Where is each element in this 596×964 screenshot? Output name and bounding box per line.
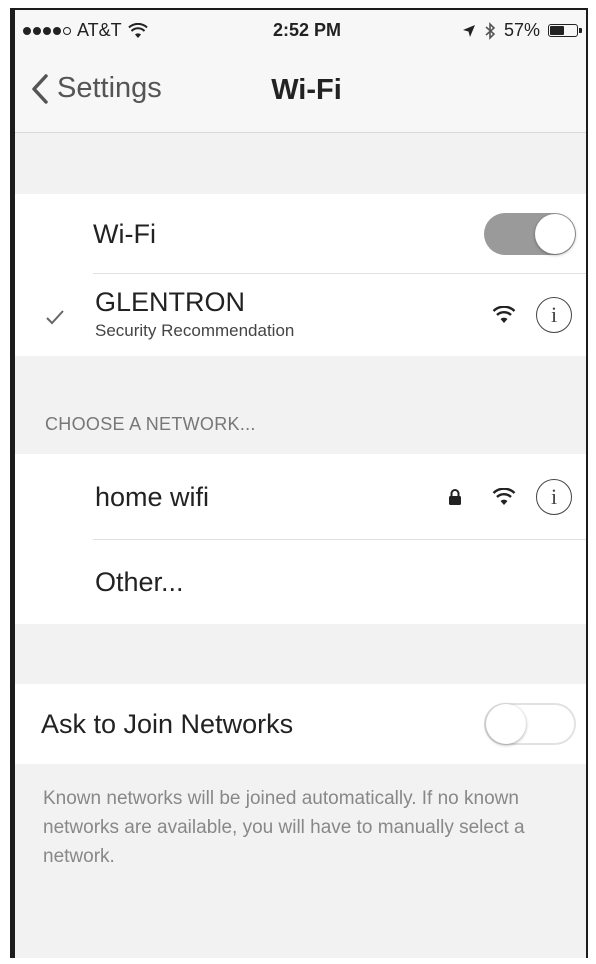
ask-to-join-description: Known networks will be joined automatica… xyxy=(43,788,525,867)
network-name: home wifi xyxy=(95,481,210,512)
info-icon: i xyxy=(550,484,558,509)
network-row-home-wifi[interactable]: home wifi i xyxy=(15,454,586,540)
connected-network-row[interactable]: GLENTRON Security Recommendation i xyxy=(15,274,586,356)
ask-to-join-group: Ask to Join Networks xyxy=(15,684,586,764)
page-title: Wi-Fi xyxy=(271,74,342,106)
signal-dot xyxy=(23,26,31,35)
signal-dot xyxy=(43,26,51,35)
status-right: 57% xyxy=(462,20,582,41)
ask-to-join-toggle[interactable] xyxy=(484,703,576,745)
wifi-status-icon xyxy=(127,22,148,38)
wifi-signal-icon xyxy=(492,488,516,505)
battery-fill xyxy=(550,26,564,35)
location-arrow-icon xyxy=(462,24,475,37)
network-list: home wifi i Other... xyxy=(15,454,586,624)
battery-icon xyxy=(548,24,582,37)
connected-network-subtitle: Security Recommendation xyxy=(95,321,295,340)
other-network-row[interactable]: Other... xyxy=(15,540,586,624)
wifi-signal-icon xyxy=(492,306,516,323)
lock-icon xyxy=(449,489,461,505)
phone-screen: AT&T 2:52 PM 57% Settings Wi-Fi Wi-Fi GL… xyxy=(10,8,588,958)
ask-to-join-row: Ask to Join Networks xyxy=(15,684,586,764)
status-time: 2:52 PM xyxy=(273,20,342,40)
connected-network-name: GLENTRON xyxy=(95,287,246,317)
connected-network-text: GLENTRON Security Recommendation xyxy=(95,287,294,343)
toggle-knob xyxy=(535,214,575,254)
choose-network-header: CHOOSE A NETWORK... xyxy=(45,414,256,434)
network-info-button[interactable]: i xyxy=(536,297,572,333)
signal-strength-icon xyxy=(23,26,71,35)
signal-dot xyxy=(53,26,61,35)
signal-dot-empty xyxy=(63,26,71,35)
wifi-toggle-row: Wi-Fi xyxy=(15,194,586,274)
wifi-toggle-switch[interactable] xyxy=(484,213,576,255)
navigation-bar: Settings Wi-Fi xyxy=(15,52,586,133)
carrier-name: AT&T xyxy=(77,20,122,40)
ask-to-join-label: Ask to Join Networks xyxy=(41,708,294,739)
signal-dot xyxy=(33,26,41,35)
toggle-knob xyxy=(486,704,526,744)
other-network-label: Other... xyxy=(95,566,184,597)
info-icon: i xyxy=(550,302,558,327)
wifi-group: Wi-Fi GLENTRON Security Recommendation i xyxy=(15,194,586,356)
checkmark-icon xyxy=(46,310,64,325)
network-info-button[interactable]: i xyxy=(536,479,572,515)
status-left: AT&T xyxy=(23,20,148,41)
wifi-toggle-label: Wi-Fi xyxy=(93,218,156,249)
bluetooth-icon xyxy=(485,21,496,40)
battery-percentage: 57% xyxy=(503,20,540,40)
status-bar: AT&T 2:52 PM 57% xyxy=(15,10,586,52)
